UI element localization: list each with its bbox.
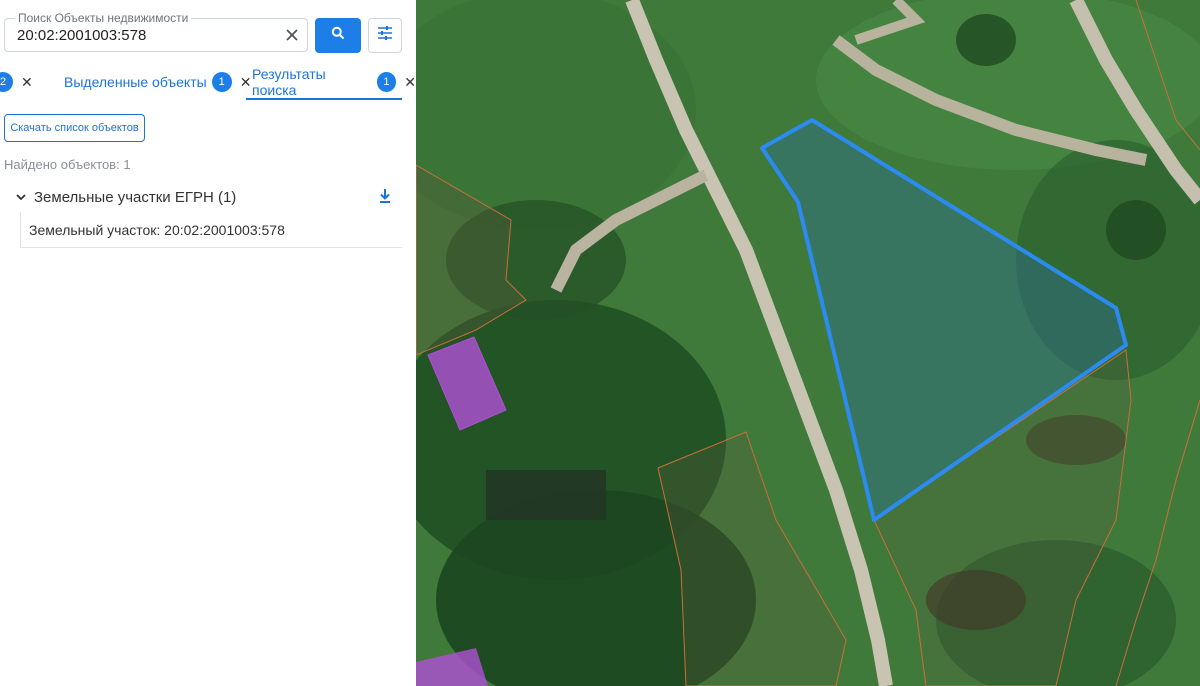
search-icon <box>331 26 345 45</box>
filter-button[interactable] <box>368 18 402 53</box>
tab-badge: 1 <box>376 72 397 92</box>
close-icon[interactable]: ✕ <box>21 74 33 91</box>
tab-label: Результаты поиска <box>252 66 326 98</box>
list-item[interactable]: Земельный участок: 20:02:2001003:578 <box>20 212 402 248</box>
search-panel: Поиск Объекты недвижимости 2 ✕ Выделенны… <box>0 0 416 686</box>
active-tab-indicator <box>246 98 402 100</box>
close-icon[interactable]: ✕ <box>404 74 416 91</box>
search-button[interactable] <box>315 18 361 53</box>
found-count: Найдено объектов: 1 <box>4 157 131 172</box>
tab-badge: 2 <box>0 72 13 92</box>
download-list-button[interactable]: Скачать список объектов <box>4 114 145 142</box>
search-field[interactable]: Поиск Объекты недвижимости <box>4 11 308 52</box>
chevron-down-icon[interactable] <box>16 191 28 203</box>
tab-search-results[interactable]: Результаты поиска 1 ✕ <box>252 64 416 100</box>
close-icon[interactable]: ✕ <box>240 74 252 91</box>
map-view[interactable] <box>416 0 1200 686</box>
tab-label: Выделенные объекты <box>64 74 207 90</box>
search-input[interactable] <box>17 24 267 46</box>
satellite-map[interactable] <box>416 0 1200 686</box>
tab-badge: 1 <box>211 72 232 92</box>
result-group-header[interactable]: Земельные участки ЕГРН (1) <box>16 186 402 208</box>
close-icon[interactable] <box>281 24 303 46</box>
tune-icon <box>377 26 393 45</box>
tab-cut-off[interactable]: 2 ✕ <box>0 64 33 100</box>
results-tabs: 2 ✕ Выделенные объекты 1 ✕ Результаты по… <box>0 64 416 102</box>
search-field-label: Поиск Объекты недвижимости <box>15 11 192 25</box>
download-icon[interactable] <box>378 188 392 208</box>
result-group-label: Земельные участки ЕГРН (1) <box>34 188 237 206</box>
tab-selected-objects[interactable]: Выделенные объекты 1 ✕ <box>64 64 251 100</box>
